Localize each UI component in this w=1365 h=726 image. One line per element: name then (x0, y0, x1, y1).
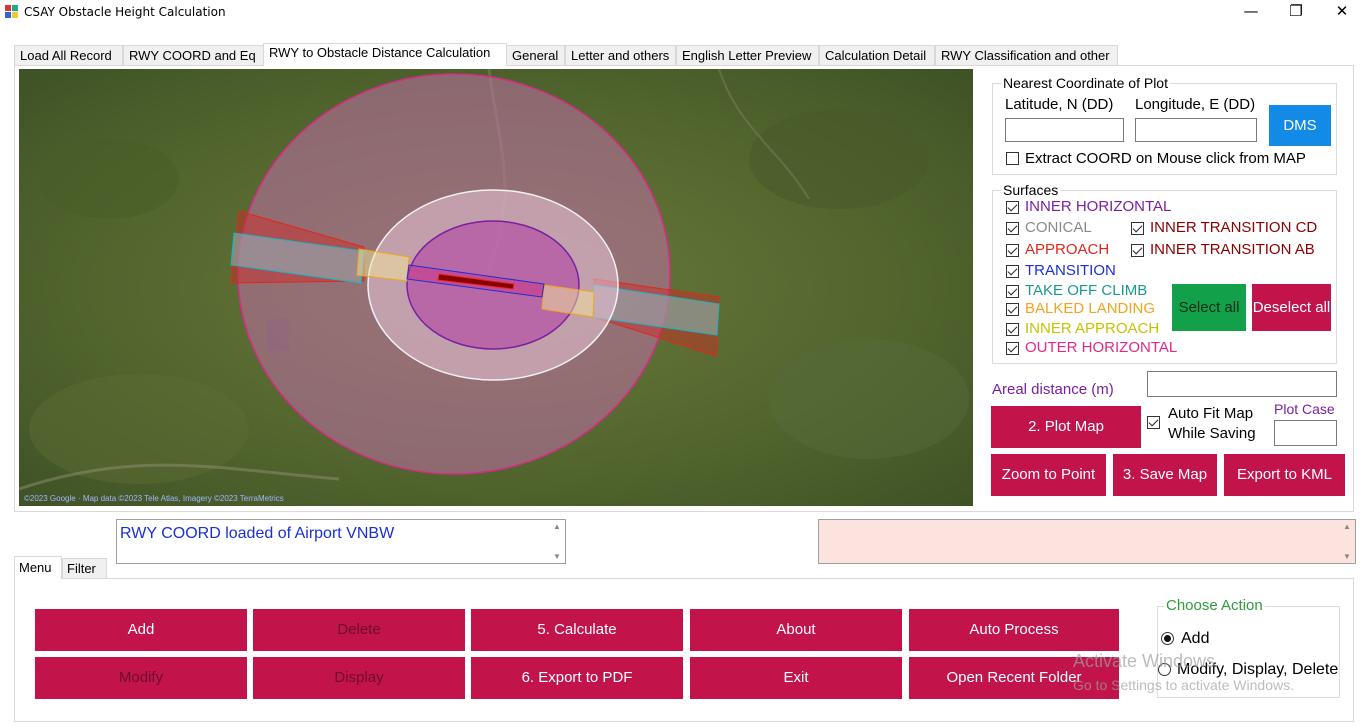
auto-fit-label: Auto Fit Map While Saving (1168, 405, 1256, 442)
close-button[interactable]: ✕ (1319, 0, 1365, 24)
surface-inner-transition-cd-checkbox[interactable] (1131, 222, 1144, 235)
nearest-coordinate-title: Nearest Coordinate of Plot (1001, 75, 1170, 91)
surface-inner-transition-cd-label: INNER TRANSITION CD (1150, 219, 1318, 236)
surface-balked-landing-label: BALKED LANDING (1025, 300, 1156, 317)
export-pdf-button[interactable]: 6. Export to PDF (471, 657, 683, 699)
tab-load-all-record[interactable]: Load All Record (14, 45, 123, 66)
surface-transition-checkbox[interactable] (1006, 265, 1019, 278)
surface-inner-horizontal-checkbox[interactable] (1006, 201, 1019, 214)
surface-conical-label: CONICAL (1025, 219, 1092, 236)
surface-take-off-climb-label: TAKE OFF CLIMB (1025, 282, 1148, 299)
longitude-label: Longitude, E (DD) (1135, 96, 1256, 113)
title-bar: CSAY Obstacle Height Calculation — ❐ ✕ (0, 0, 1365, 26)
log-textbox[interactable]: RWY COORD loaded of Airport VNBW ▲ ▼ (116, 519, 566, 564)
choose-action-title: Choose Action (1164, 597, 1265, 614)
surface-approach-checkbox[interactable] (1006, 244, 1019, 257)
surface-inner-approach-label: INNER APPROACH (1025, 320, 1160, 337)
surface-transition-label: TRANSITION (1025, 262, 1116, 279)
auto-fit-checkbox[interactable] (1147, 416, 1160, 429)
activation-watermark-subtitle: Go to Settings to activate Windows. (1073, 677, 1294, 693)
save-map-button[interactable]: 3. Save Map (1113, 454, 1217, 496)
areal-distance-label: Areal distance (m) (992, 381, 1114, 398)
latitude-label: Latitude, N (DD) (1005, 96, 1114, 113)
tab-rwy-obstacle-distance[interactable]: RWY to Obstacle Distance Calculation (263, 43, 507, 66)
display-button[interactable]: Display (253, 657, 465, 699)
surface-balked-landing-checkbox[interactable] (1006, 303, 1019, 316)
restore-button[interactable]: ❐ (1273, 0, 1319, 24)
surface-take-off-climb-checkbox[interactable] (1006, 285, 1019, 298)
tab-menu[interactable]: Menu (14, 556, 62, 579)
plot-map-button[interactable]: 2. Plot Map (991, 406, 1141, 448)
export-kml-button[interactable]: Export to KML (1224, 454, 1345, 496)
scroll-down-icon[interactable]: ▼ (553, 552, 561, 561)
log-scrollbar[interactable]: ▲ ▼ (549, 520, 565, 563)
status-scroll-down-icon[interactable]: ▼ (1343, 552, 1351, 561)
radio-add-label: Add (1181, 630, 1210, 647)
modify-button[interactable]: Modify (35, 657, 247, 699)
tab-rwy-coord[interactable]: RWY COORD and Eq (123, 45, 264, 66)
log-message: RWY COORD loaded of Airport VNBW (120, 525, 395, 542)
surface-inner-horizontal-label: INNER HORIZONTAL (1025, 198, 1172, 215)
surfaces-title: Surfaces (1001, 182, 1061, 198)
exit-button[interactable]: Exit (690, 657, 902, 699)
surface-inner-transition-ab-checkbox[interactable] (1131, 244, 1144, 257)
surface-inner-approach-checkbox[interactable] (1006, 323, 1019, 336)
about-button[interactable]: About (690, 609, 902, 651)
status-scroll-up-icon[interactable]: ▲ (1343, 522, 1351, 531)
dms-button[interactable]: DMS (1269, 105, 1331, 146)
extract-coord-checkbox[interactable] (1006, 152, 1019, 165)
longitude-input[interactable] (1135, 118, 1257, 142)
tab-calculation-detail[interactable]: Calculation Detail (819, 45, 935, 66)
map-view[interactable]: ©2023 Google · Map data ©2023 Tele Atlas… (19, 69, 973, 506)
tab-rwy-classification[interactable]: RWY Classification and other (935, 45, 1118, 66)
surface-outer-horizontal-label: OUTER HORIZONTAL (1025, 339, 1178, 356)
auto-process-button[interactable]: Auto Process (909, 609, 1119, 651)
tab-filter[interactable]: Filter (62, 558, 107, 578)
add-button[interactable]: Add (35, 609, 247, 651)
radio-add[interactable] (1161, 632, 1174, 645)
surface-inner-transition-ab-label: INNER TRANSITION AB (1150, 241, 1315, 258)
select-all-button[interactable]: Select all (1172, 284, 1246, 331)
delete-button[interactable]: Delete (253, 609, 465, 651)
status-textbox[interactable]: ▲ ▼ (818, 519, 1356, 564)
plot-case-label: Plot Case (1274, 401, 1335, 417)
plot-case-input[interactable] (1274, 420, 1337, 446)
tab-general[interactable]: General (506, 45, 565, 66)
zoom-to-point-button[interactable]: Zoom to Point (991, 454, 1106, 496)
status-scrollbar[interactable]: ▲ ▼ (1339, 520, 1355, 563)
tab-english-letter-preview[interactable]: English Letter Preview (676, 45, 819, 66)
minimize-button[interactable]: — (1228, 0, 1274, 24)
map-canvas[interactable]: ©2023 Google · Map data ©2023 Tele Atlas… (19, 69, 973, 506)
window-title: CSAY Obstacle Height Calculation (24, 5, 226, 19)
app-icon (5, 5, 19, 19)
calculate-button[interactable]: 5. Calculate (471, 609, 683, 651)
latitude-input[interactable] (1005, 118, 1124, 142)
surface-conical-checkbox[interactable] (1006, 222, 1019, 235)
extract-coord-label: Extract COORD on Mouse click from MAP (1025, 150, 1306, 167)
areal-distance-input[interactable] (1147, 371, 1337, 397)
map-attribution: ©2023 Google · Map data ©2023 Tele Atlas… (24, 494, 284, 503)
scroll-up-icon[interactable]: ▲ (553, 522, 561, 531)
activation-watermark-title: Activate Windows (1073, 651, 1216, 671)
tab-letter-and-others[interactable]: Letter and others (565, 45, 676, 66)
deselect-all-button[interactable]: Deselect all (1252, 284, 1331, 331)
surface-outer-horizontal-checkbox[interactable] (1006, 342, 1019, 355)
surface-approach-label: APPROACH (1025, 241, 1110, 258)
